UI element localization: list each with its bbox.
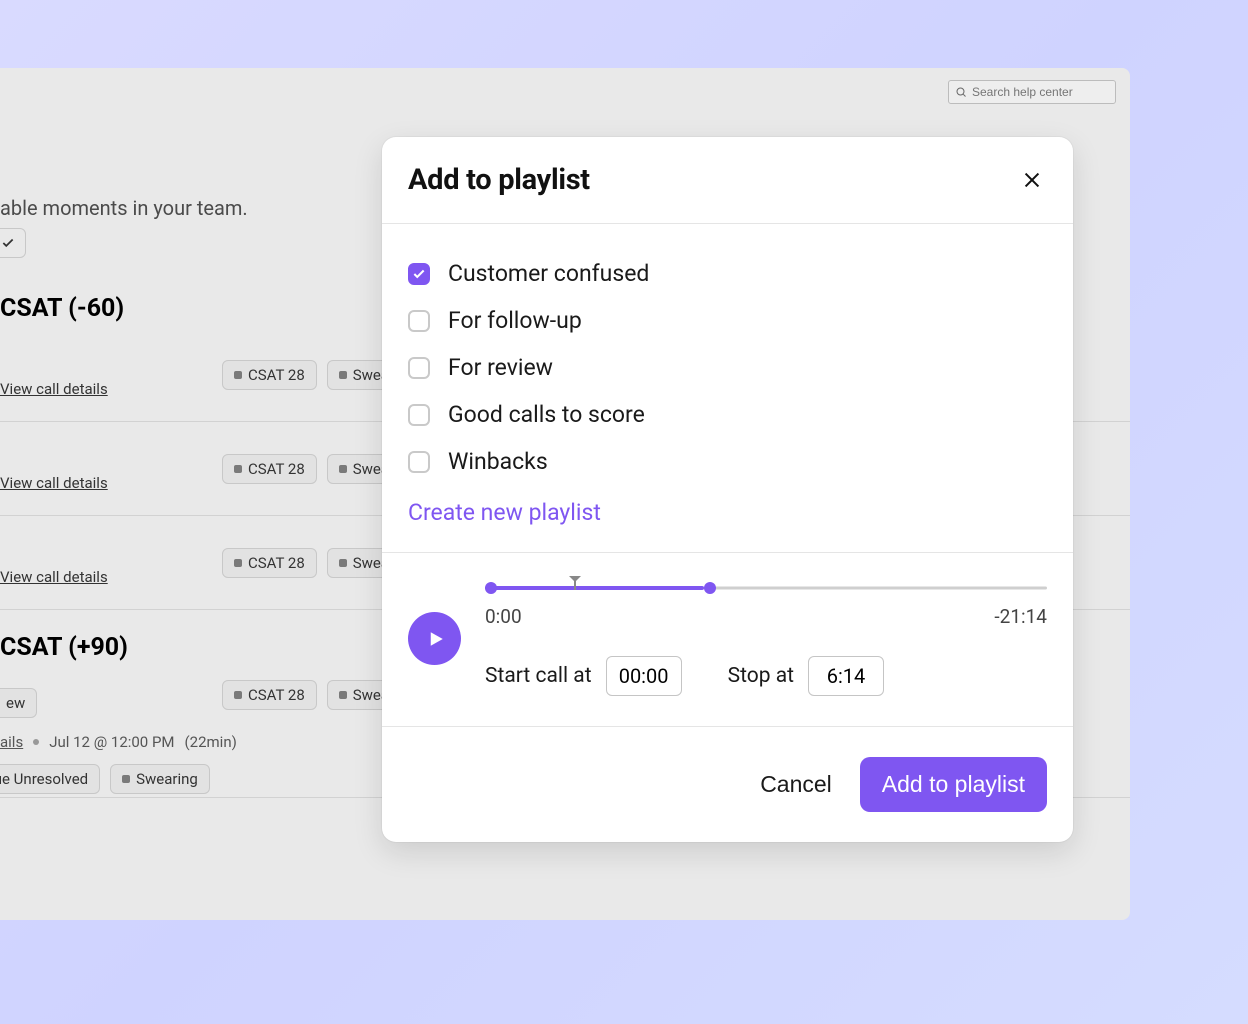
view-call-link[interactable]: View call details xyxy=(0,568,108,586)
tag-csat[interactable]: CSAT 28 xyxy=(222,360,317,390)
view-call-link-cut[interactable]: ails xyxy=(0,733,23,751)
start-time-input[interactable] xyxy=(606,656,682,696)
tag-csat[interactable]: CSAT 28 xyxy=(222,454,317,484)
playlist-label: Winbacks xyxy=(448,448,548,475)
playlist-list: Customer confused For follow-up For review… xyxy=(382,224,1073,552)
view-call-link[interactable]: View call details xyxy=(0,474,108,492)
play-button[interactable] xyxy=(408,612,461,665)
dot-separator xyxy=(33,739,39,745)
add-to-playlist-button[interactable]: Add to playlist xyxy=(860,757,1047,812)
playlist-option[interactable]: Good calls to score xyxy=(408,391,1047,438)
bg-filter-pill[interactable] xyxy=(0,228,26,258)
modal-header: Add to playlist xyxy=(382,137,1073,224)
tag-issue[interactable]: sue Unresolved xyxy=(0,764,100,794)
tag-swearing[interactable]: Swearing xyxy=(110,764,210,794)
modal-title: Add to playlist xyxy=(408,163,590,197)
stop-label: Stop at xyxy=(728,664,794,688)
tag-csat[interactable]: CSAT 28 xyxy=(222,680,317,710)
playlist-label: For review xyxy=(448,354,553,381)
view-call-link[interactable]: View call details xyxy=(0,380,108,398)
tag-csat[interactable]: CSAT 28 xyxy=(222,548,317,578)
checkbox[interactable] xyxy=(408,404,430,426)
playlist-option[interactable]: Customer confused xyxy=(408,250,1047,297)
scrub-track[interactable] xyxy=(485,581,1047,595)
playlist-option[interactable]: Winbacks xyxy=(408,438,1047,485)
meta-duration: (22min) xyxy=(185,733,237,751)
search-input[interactable] xyxy=(972,85,1109,99)
close-icon xyxy=(1021,169,1043,191)
playlist-option[interactable]: For follow-up xyxy=(408,297,1047,344)
checkbox[interactable] xyxy=(408,451,430,473)
topbar xyxy=(0,68,1130,116)
create-new-playlist-link[interactable]: Create new playlist xyxy=(408,499,1047,526)
current-time: 0:00 xyxy=(485,605,522,628)
playlist-label: Good calls to score xyxy=(448,401,645,428)
checkbox[interactable] xyxy=(408,263,430,285)
playlist-label: Customer confused xyxy=(448,260,649,287)
search-input-wrap[interactable] xyxy=(948,80,1116,104)
playhead-marker[interactable] xyxy=(569,576,581,590)
meta-time: Jul 12 @ 12:00 PM xyxy=(49,733,174,751)
section-heading-neg: CSAT (-60) xyxy=(0,294,124,323)
start-label: Start call at xyxy=(485,664,592,688)
cancel-button[interactable]: Cancel xyxy=(760,771,832,798)
search-icon xyxy=(955,86,967,98)
add-to-playlist-modal: Add to playlist Customer confused For fol… xyxy=(382,137,1073,842)
modal-footer: Cancel Add to playlist xyxy=(382,727,1073,842)
player-section: 0:00 -21:14 Start call at Stop at xyxy=(382,552,1073,727)
play-icon xyxy=(427,630,445,648)
tag-new[interactable]: ew xyxy=(0,688,37,718)
section-heading-pos: CSAT (+90) xyxy=(0,633,128,662)
stop-time-input[interactable] xyxy=(808,656,884,696)
checkbox[interactable] xyxy=(408,357,430,379)
playlist-option[interactable]: For review xyxy=(408,344,1047,391)
playlist-label: For follow-up xyxy=(448,307,582,334)
checkbox[interactable] xyxy=(408,310,430,332)
range-start-handle[interactable] xyxy=(485,582,497,594)
close-button[interactable] xyxy=(1017,165,1047,195)
check-icon xyxy=(412,267,426,281)
track-fill xyxy=(485,586,704,590)
remaining-time: -21:14 xyxy=(994,605,1047,628)
range-end-handle[interactable] xyxy=(704,582,716,594)
